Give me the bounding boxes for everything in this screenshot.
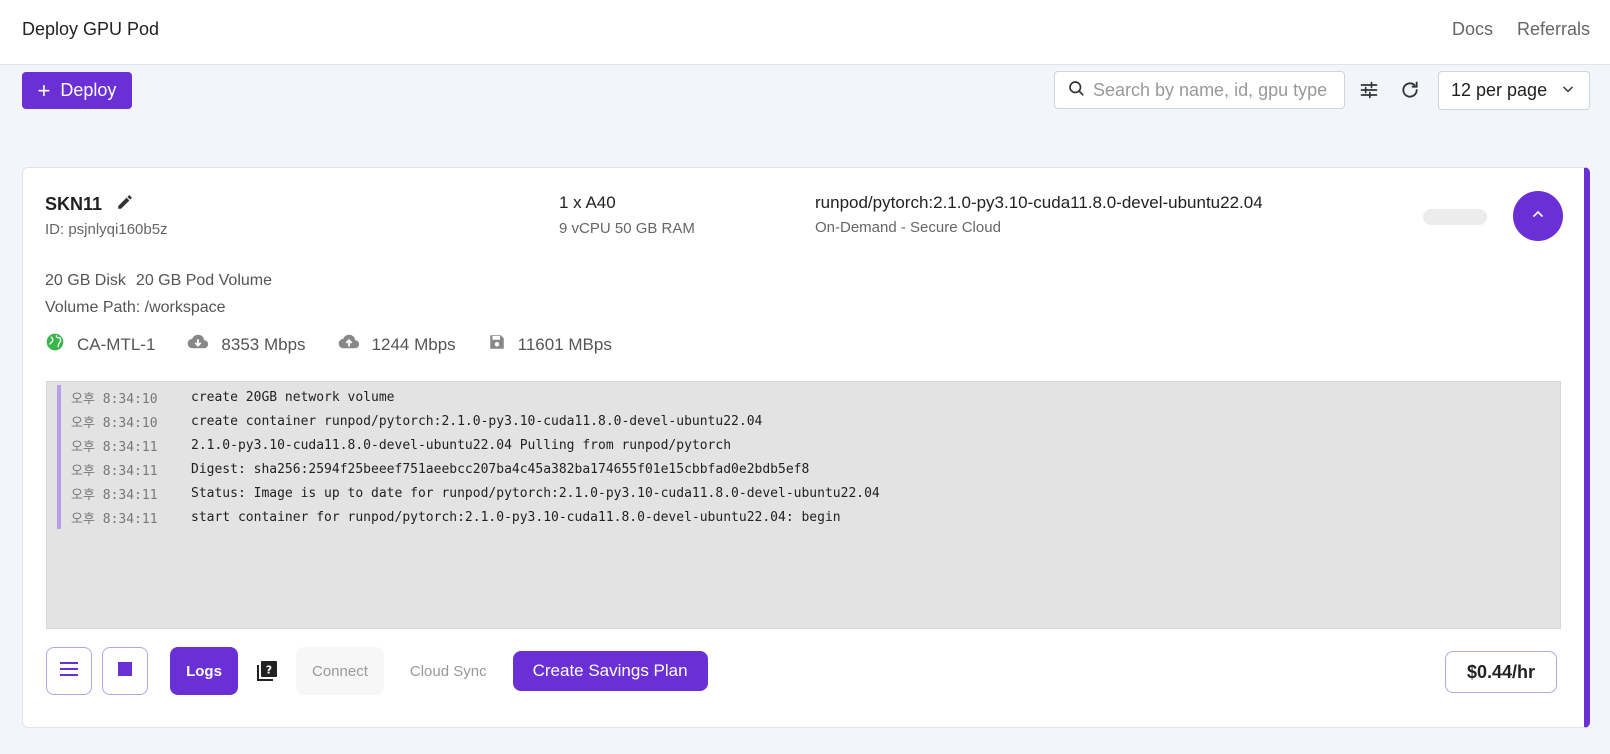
edit-icon[interactable] [116, 193, 134, 216]
log-panel[interactable]: 오후 8:34:10 create 20GB network volume 오후 … [46, 381, 1561, 629]
cloud-upload-icon [338, 333, 360, 356]
svg-text:?: ? [266, 664, 272, 677]
log-time: 오후 8:34:10 [71, 391, 158, 407]
globe-icon [45, 332, 65, 357]
per-page-value: 12 per page [1451, 80, 1548, 100]
log-message: Digest: sha256:2594f25beeef751aeebcc207b… [191, 461, 810, 477]
deploy-button[interactable]: + Deploy [22, 72, 132, 109]
connect-button[interactable]: Connect [296, 647, 384, 695]
plus-icon: + [37, 77, 51, 103]
help-library-icon[interactable]: ? [254, 658, 280, 684]
container-disk: 20 GB Disk [45, 272, 126, 289]
search-box[interactable] [1054, 71, 1345, 109]
deploy-label: Deploy [60, 80, 117, 100]
log-line: 오후 8:34:11 start container for runpod/pyt… [57, 505, 1560, 529]
log-message: 2.1.0-py3.10-cuda11.8.0-devel-ubuntu22.0… [191, 437, 732, 453]
pod-card: SKN11 ID: psjnlyqi160b5z 1 x A40 9 vCPU … [22, 167, 1590, 728]
pod-id: ID: psjnlyqi160b5z [45, 221, 168, 238]
create-savings-plan-button[interactable]: Create Savings Plan [512, 651, 708, 691]
price-badge: $0.44/hr [1445, 651, 1557, 693]
filter-icon[interactable] [1358, 79, 1380, 101]
stop-icon [118, 661, 132, 681]
per-page-select[interactable]: 12 per page [1438, 71, 1590, 110]
disk-info: 20 GB Disk 20 GB Pod Volume [45, 272, 272, 290]
log-line: 오후 8:34:11 Digest: sha256:2594f25beeef751… [57, 457, 1560, 481]
log-line: 오후 8:34:10 create 20GB network volume [57, 385, 1560, 409]
region-stat: CA-MTL-1 [45, 332, 155, 357]
status-placeholder [1423, 209, 1487, 225]
pod-name-text: SKN11 [45, 194, 103, 214]
pod-stats: CA-MTL-1 8353 Mbps 1244 Mbps 11601 MBps [45, 332, 644, 357]
log-message: create 20GB network volume [191, 389, 395, 405]
search-icon [1067, 79, 1085, 102]
region-value: CA-MTL-1 [77, 334, 156, 354]
log-time: 오후 8:34:10 [71, 415, 158, 431]
log-time: 오후 8:34:11 [71, 487, 158, 503]
cloud-download-icon [187, 333, 209, 356]
top-bar: Deploy GPU Pod Docs Referrals [0, 0, 1610, 65]
save-icon [488, 333, 506, 356]
cloud-sync-button[interactable]: Cloud Sync [393, 647, 503, 695]
log-time: 오후 8:34:11 [71, 439, 158, 455]
download-speed: 8353 Mbps [221, 334, 306, 354]
log-line: 오후 8:34:10 create container runpod/pytorc… [57, 409, 1560, 433]
menu-icon [59, 661, 79, 682]
upload-speed: 1244 Mbps [371, 334, 456, 354]
log-time: 오후 8:34:11 [71, 463, 158, 479]
pod-name: SKN11 [45, 193, 134, 216]
log-message: Status: Image is up to date for runpod/p… [191, 485, 880, 501]
stop-button[interactable] [102, 647, 148, 695]
log-line: 오후 8:34:11 2.1.0-py3.10-cuda11.8.0-devel-… [57, 433, 1560, 457]
search-input[interactable] [1093, 79, 1338, 101]
download-stat: 8353 Mbps [187, 333, 306, 356]
volume-path: Volume Path: /workspace [45, 299, 226, 316]
disk-speed-stat: 11601 MBps [488, 333, 612, 356]
log-line: 오후 8:34:11 Status: Image is up to date fo… [57, 481, 1560, 505]
log-message: start container for runpod/pytorch:2.1.0… [191, 509, 841, 525]
top-nav: Docs Referrals [1452, 19, 1590, 40]
chevron-down-icon [1561, 80, 1575, 101]
log-message: create container runpod/pytorch:2.1.0-py… [191, 413, 763, 429]
log-time: 오후 8:34:11 [71, 511, 158, 527]
logs-button[interactable]: Logs [170, 647, 238, 695]
pod-cloud-type: On-Demand - Secure Cloud [815, 219, 1001, 236]
pod-gpu: 1 x A40 [559, 193, 616, 212]
collapse-button[interactable] [1513, 191, 1563, 241]
pod-volume: 20 GB Pod Volume [135, 272, 273, 289]
disk-speed: 11601 MBps [517, 334, 612, 354]
upload-stat: 1244 Mbps [338, 333, 456, 356]
menu-button[interactable] [46, 647, 92, 695]
refresh-icon[interactable] [1399, 79, 1421, 101]
page-title: Deploy GPU Pod [22, 19, 160, 39]
pod-image: runpod/pytorch:2.1.0-py3.10-cuda11.8.0-d… [815, 193, 1263, 212]
pod-cpu-ram: 9 vCPU 50 GB RAM [559, 220, 695, 237]
chevron-up-icon [1530, 206, 1546, 227]
pod-actions: Logs ? Connect Cloud Sync Create Savings… [46, 647, 708, 695]
nav-docs[interactable]: Docs [1452, 19, 1493, 40]
nav-referrals[interactable]: Referrals [1517, 19, 1590, 40]
